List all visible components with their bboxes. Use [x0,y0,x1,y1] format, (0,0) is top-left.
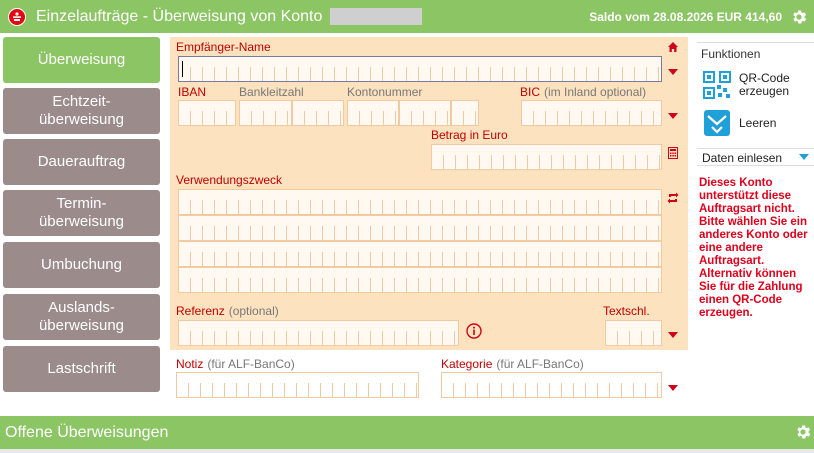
transfer-form: Empfänger-Name IBAN Bankleitzahl Kontonu… [170,37,688,350]
window-title: Einzelaufträge - Überweisung von Konto [36,7,323,25]
kategorie-label: Kategorie (für ALF-BanCo) [441,357,584,371]
clear-form-icon [704,110,730,136]
blz-part2-input[interactable] [292,100,344,126]
referenz-input[interactable] [178,320,459,346]
betrag-label: Betrag in Euro [431,128,508,142]
bic-input[interactable] [521,100,662,126]
verwendungszweck-line1-input[interactable] [178,189,662,215]
table-header-strip [0,449,814,453]
referenz-label: Referenz (optional) [176,304,279,318]
verwendungszweck-label: Verwendungszweck [176,173,283,187]
konto-part1-input[interactable] [347,100,399,126]
nav-termin-button[interactable]: Termin- überweisung [3,190,160,236]
blz-part1-input[interactable] [239,100,292,126]
notiz-area: Notiz (für ALF-BanCo) Kategorie (für ALF-B… [170,350,688,410]
daten-einlesen-dropdown[interactable]: Daten einlesen [697,148,814,166]
chevron-down-icon [799,154,809,160]
bic-label: BIC (im Inland optional) [520,85,647,99]
empfaenger-dropdown-icon[interactable] [668,69,678,75]
open-transfers-bar: Offene Überweisungen [0,416,814,449]
kategorie-input[interactable] [441,372,662,398]
verwendungszweck-line4-input[interactable] [178,267,662,293]
account-number-masked [330,8,423,25]
daten-einlesen-label: Daten einlesen [702,151,783,165]
gear-icon[interactable] [794,423,812,441]
konto-part3-input[interactable] [451,100,479,126]
home-icon[interactable] [667,41,679,53]
nav-lastschrift-button[interactable]: Lastschrift [3,346,160,392]
sparkasse-logo-icon [8,7,26,26]
open-transfers-title: Offene Überweisungen [5,423,169,441]
nav-ueberweisung-button[interactable]: Überweisung [3,37,160,83]
clear-button[interactable]: Leeren [697,109,814,137]
empfaenger-label: Empfänger-Name [176,40,271,54]
blz-label: Bankleitzahl [239,85,304,99]
iban-country-input[interactable] [178,100,236,126]
konto-part2-input[interactable] [399,100,451,126]
functions-title: Funktionen [697,42,814,61]
verwendungszweck-line2-input[interactable] [178,215,662,241]
notiz-input[interactable] [176,372,419,398]
qr-code-button[interactable]: QR-Code erzeugen [697,71,814,99]
textschluessel-input[interactable] [605,320,662,346]
textschluessel-dropdown-icon[interactable] [668,332,678,338]
nav-umbuchung-button[interactable]: Umbuchung [3,242,160,288]
betrag-input[interactable] [431,144,662,170]
konto-label: Kontonummer [347,85,423,99]
textschluessel-label: Textschl. [603,304,650,318]
kategorie-dropdown-icon[interactable] [668,385,678,391]
empfaenger-input[interactable] [178,56,662,82]
functions-panel: Funktionen QR-Code erzeugen Leeren [697,42,814,137]
info-icon[interactable] [466,323,482,339]
nav-dauerauftrag-button[interactable]: Dauerauftrag [3,139,160,185]
title-bar: Einzelaufträge - Überweisung von Konto S… [0,0,814,33]
saldo-text: Saldo vom 28.08.2026 EUR 414,60 [589,9,782,24]
nav-auslands-button[interactable]: Auslands- überweisung [3,294,160,340]
iban-label: IBAN [178,85,207,99]
repeat-icon[interactable] [666,191,680,205]
gear-icon[interactable] [790,8,808,26]
qr-code-icon [703,71,731,99]
notiz-label: Notiz (für ALF-BanCo) [176,357,295,371]
warning-message: Dieses Konto unterstützt diese Auftragsa… [699,177,808,319]
qr-code-label: QR-Code erzeugen [739,71,790,98]
nav-echtzeit-button[interactable]: Echtzeit- überweisung [3,88,160,134]
verwendungszweck-line3-input[interactable] [178,241,662,267]
bic-dropdown-icon[interactable] [668,113,678,119]
clear-label: Leeren [739,115,777,130]
calculator-icon[interactable] [667,147,679,159]
